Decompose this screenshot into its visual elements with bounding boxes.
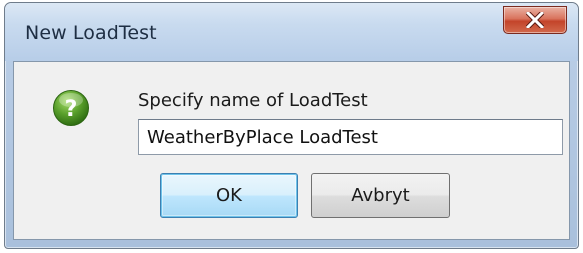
title-bar[interactable]: New LoadTest — [5, 3, 578, 61]
dialog-body: ? Specify name of LoadTest OK Avbryt — [13, 61, 570, 240]
prompt-label: Specify name of LoadTest — [138, 90, 368, 111]
close-button[interactable] — [503, 6, 567, 34]
loadtest-name-input[interactable] — [138, 119, 563, 155]
svg-text:?: ? — [65, 97, 78, 122]
window-title: New LoadTest — [25, 22, 157, 44]
ok-button[interactable]: OK — [160, 173, 298, 218]
new-loadtest-dialog: New LoadTest ? Specify name of LoadTest — [4, 2, 579, 249]
cancel-button[interactable]: Avbryt — [311, 173, 450, 218]
question-mark-icon: ? — [53, 90, 89, 126]
close-icon — [526, 12, 544, 28]
